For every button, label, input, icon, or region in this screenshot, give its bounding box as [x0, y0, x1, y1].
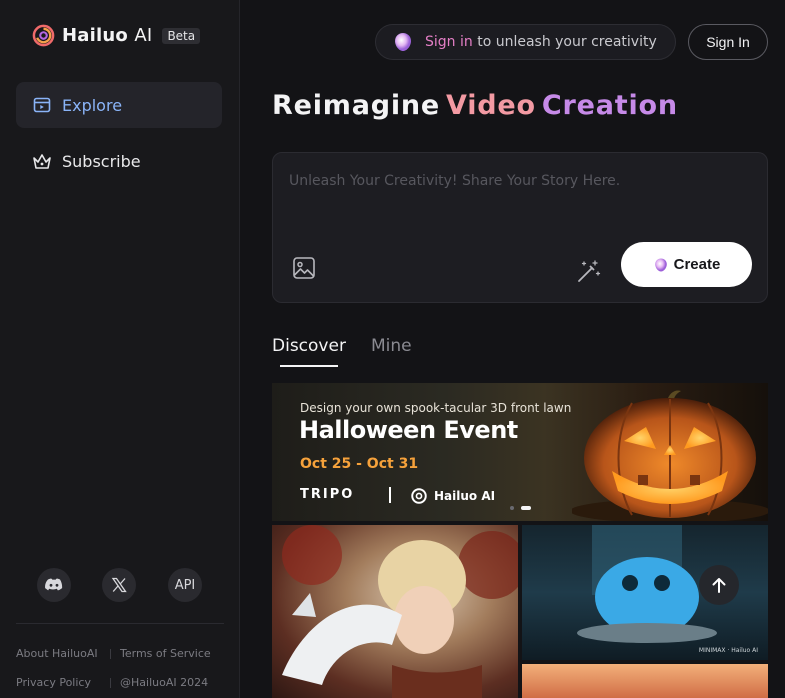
crown-icon: [32, 151, 52, 171]
pumpkin-image: [572, 390, 768, 521]
footer-link-privacy[interactable]: Privacy Policy: [16, 676, 91, 689]
sidebar-item-label: Explore: [62, 95, 123, 115]
event-banner[interactable]: Design your own spook-tacular 3D front l…: [272, 383, 768, 521]
api-link[interactable]: API: [168, 568, 202, 602]
discord-icon: [45, 578, 63, 591]
banner-subtitle: Design your own spook-tacular 3D front l…: [300, 401, 572, 415]
sidebar-item-label: Subscribe: [62, 151, 141, 171]
sidebar: Hailuo AI Beta Explore Subscribe API Abo…: [0, 0, 240, 698]
active-tab-indicator: [280, 365, 338, 367]
beta-badge: Beta: [162, 27, 201, 44]
create-button-label: Create: [673, 256, 721, 273]
gem-icon: [654, 257, 667, 272]
tab-discover[interactable]: Discover: [272, 336, 346, 356]
arrow-up-icon: [712, 578, 726, 593]
brand-logo[interactable]: Hailuo AI Beta: [32, 24, 201, 47]
banner-title: Halloween Event: [299, 416, 518, 444]
sidebar-divider: [16, 623, 224, 624]
watermark-text: MINIMAX · Hailuo AI: [698, 647, 758, 654]
sidebar-item-explore[interactable]: Explore: [16, 82, 222, 128]
hailuo-logo-icon: [32, 24, 55, 47]
sidebar-item-subscribe[interactable]: Subscribe: [16, 138, 222, 184]
footer-copyright: @HailuoAI 2024: [120, 676, 209, 689]
brand-name: Hailuo AI: [62, 25, 153, 46]
scroll-to-top-button[interactable]: [699, 565, 739, 605]
explore-icon: [32, 95, 52, 115]
footer-link-about[interactable]: About HailuoAI: [16, 647, 98, 660]
gallery-card-sunset[interactable]: [522, 664, 768, 698]
gallery-card-boy-dragon[interactable]: [272, 525, 518, 698]
banner-dates: Oct 25 - Oct 31: [300, 456, 419, 472]
carousel-dot-1[interactable]: [510, 506, 514, 510]
create-button[interactable]: Create: [621, 242, 752, 287]
x-button[interactable]: [102, 568, 136, 602]
magic-wand-icon[interactable]: [575, 259, 601, 285]
image-upload-icon[interactable]: [291, 255, 317, 281]
hailuo-logo-text: Hailuo AI: [434, 489, 496, 503]
footer-separator: [110, 649, 111, 659]
prompt-box: Create: [272, 152, 768, 303]
logo-separator: [389, 487, 391, 503]
x-icon: [111, 577, 127, 593]
footer-separator: [110, 678, 111, 688]
boy-dragon-image: [282, 525, 518, 698]
prompt-input[interactable]: [289, 173, 749, 233]
signin-prompt-text: Sign in to unleash your creativity: [425, 34, 657, 50]
gem-icon: [395, 33, 411, 51]
tripo-logo: TRIPO: [300, 487, 355, 502]
tab-mine[interactable]: Mine: [371, 336, 412, 356]
carousel-dot-2[interactable]: [521, 506, 531, 510]
footer-link-terms[interactable]: Terms of Service: [120, 647, 211, 660]
discord-button[interactable]: [37, 568, 71, 602]
sign-in-button[interactable]: Sign In: [688, 24, 768, 60]
hailuo-logo-icon: [411, 488, 427, 504]
page-headline: Reimagine Video Creation: [272, 90, 678, 121]
signin-prompt-banner[interactable]: Sign in to unleash your creativity: [375, 24, 676, 60]
